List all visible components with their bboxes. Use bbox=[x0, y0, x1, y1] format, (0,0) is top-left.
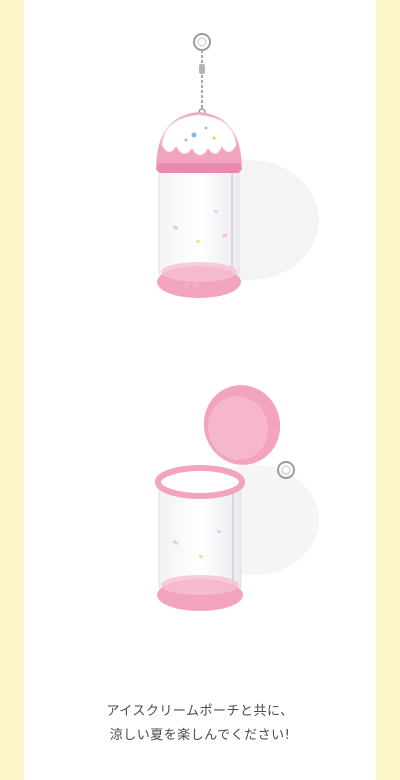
caption-line-1: アイスクリームポーチと共に、 bbox=[106, 704, 294, 719]
svg-text:♡ ♡: ♡ ♡ bbox=[184, 282, 199, 290]
caption-line-2: 涼しい夏を楽しんでください! bbox=[109, 728, 291, 743]
content-panel: ♡ ♡ アイスクリームポーチと共に、 涼しい夏を楽しんでください! bbox=[24, 0, 376, 780]
ice-cream-pouch-open-image bbox=[155, 385, 319, 611]
ice-cream-pouch-closed-image: ♡ ♡ bbox=[156, 33, 319, 298]
product-caption: アイスクリームポーチと共に、 涼しい夏を楽しんでください! bbox=[24, 700, 376, 748]
pouch-lid bbox=[203, 385, 286, 465]
keyring-icon bbox=[193, 33, 211, 116]
